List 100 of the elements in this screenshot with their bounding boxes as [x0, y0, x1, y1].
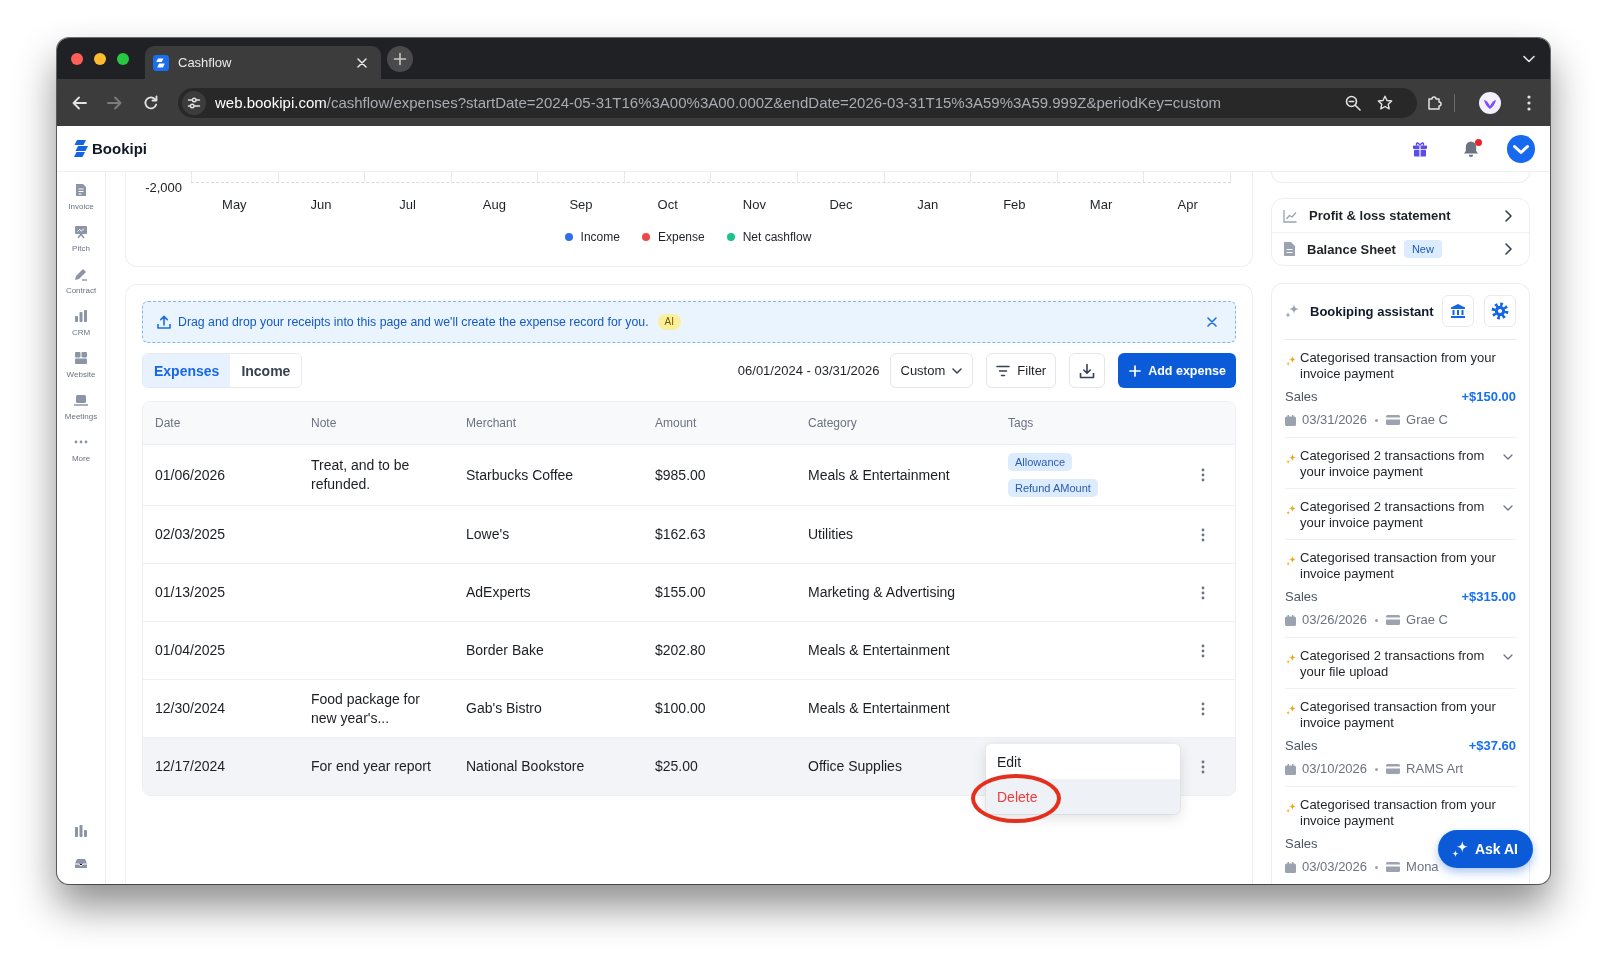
amount-cell: $162.63 [655, 525, 706, 544]
x-axis-label: Apr [1177, 197, 1198, 212]
sidebar-item[interactable]: Contract [57, 256, 105, 298]
plus-icon [1129, 364, 1142, 377]
date-cell: 12/30/2024 [155, 699, 226, 718]
plus-icon[interactable] [387, 45, 413, 72]
x-axis-label: May [222, 197, 247, 212]
bullet-icon [1375, 865, 1379, 869]
column-header: Note [311, 416, 337, 430]
sparkle-icon [1286, 654, 1296, 664]
profile-avatar-icon[interactable] [1479, 91, 1501, 114]
report-link[interactable]: Balance Sheet [1307, 241, 1396, 257]
category-label: Sales [1285, 835, 1318, 853]
address-bar[interactable]: web.bookipi.com/cashflow/expenses?startDate=2024-05-31T16%3A00%3A00.000Z&endDate=2026-03-31T15%3A59%3A59.999Z&periodKey=custom [178, 87, 1417, 118]
x-axis-label: Oct [657, 197, 678, 212]
calendar-icon [1285, 861, 1296, 873]
window-minimize-icon[interactable] [94, 52, 106, 65]
puzzle-icon[interactable] [1427, 94, 1443, 111]
bank-button[interactable] [1442, 295, 1474, 327]
line-chart-icon [1283, 208, 1297, 223]
sidebar-item[interactable]: CRM [57, 298, 105, 340]
gift-icon[interactable] [1412, 140, 1428, 157]
more-icon[interactable] [1201, 643, 1205, 658]
category-label: Sales [1285, 388, 1318, 406]
more-icon[interactable] [1201, 468, 1205, 482]
pen-icon [74, 267, 88, 281]
download-button[interactable] [1069, 353, 1106, 388]
date-label: 03/03/2026 [1302, 858, 1368, 876]
sidebar-item[interactable]: Website [57, 340, 105, 382]
calendar-icon [1285, 763, 1296, 775]
bell-icon[interactable] [1462, 139, 1480, 158]
category-label: Sales [1285, 588, 1318, 606]
upload-icon [157, 315, 171, 329]
ask-ai-button[interactable]: Ask AI [1437, 830, 1533, 868]
favicon-icon [153, 54, 169, 71]
merchant-cell: Starbucks Coffee [466, 465, 574, 485]
tab[interactable]: Expenses [143, 354, 231, 387]
x-axis-label: Mar [1089, 197, 1113, 212]
sidebar-item[interactable]: Pitch [57, 214, 105, 256]
more-icon[interactable] [1201, 701, 1205, 716]
sidebar-item[interactable]: More [57, 424, 105, 466]
more-icon[interactable] [1201, 527, 1205, 542]
amount-cell: $985.00 [655, 465, 706, 485]
document-icon [1283, 242, 1295, 256]
magnifier-icon[interactable] [1345, 94, 1361, 111]
tray-icon[interactable] [74, 856, 88, 870]
forward-arrow-icon[interactable] [107, 94, 123, 111]
period-dropdown[interactable]: Custom [889, 353, 974, 388]
sparkle-icon [1451, 841, 1468, 857]
window-close-icon[interactable] [71, 52, 83, 65]
account-label: Mona [1406, 858, 1439, 876]
chevron-right-icon[interactable] [1505, 243, 1512, 255]
x-axis-label: Sep [569, 197, 593, 212]
amount-cell: $155.00 [655, 583, 706, 602]
window-zoom-icon[interactable] [117, 52, 129, 65]
date-label: 03/31/2026 [1302, 411, 1368, 429]
more-icon[interactable] [1201, 759, 1205, 774]
category-cell: Meals & Entertainment [808, 465, 950, 485]
chevron-right-icon[interactable] [1505, 209, 1512, 222]
reload-icon[interactable] [143, 94, 159, 111]
more-icon[interactable] [1201, 585, 1205, 600]
amount-cell: $100.00 [655, 699, 706, 718]
date-cell: 01/06/2026 [155, 465, 226, 485]
date-cell: 12/17/2024 [155, 757, 226, 776]
activity-title: Categorised 2 transactions from your invoice payment [1300, 499, 1486, 531]
note-cell-text: Treat, and to be refunded. [311, 456, 411, 494]
close-icon[interactable] [1207, 317, 1217, 327]
date-label: 03/10/2026 [1302, 760, 1368, 778]
sidebar-item[interactable]: Meetings [57, 382, 105, 424]
filter-button[interactable]: Filter [986, 353, 1057, 388]
date-label: 03/26/2026 [1302, 611, 1368, 629]
activity-title: Categorised transaction from your invoice payment [1300, 550, 1497, 582]
activity-title: Categorised transaction from your invoice payment [1300, 699, 1497, 731]
bar-chart-icon[interactable] [74, 824, 88, 838]
category-cell: Utilities [808, 525, 854, 544]
column-header: Tags [1008, 416, 1034, 430]
merchant-cell: Lowe's [466, 525, 510, 544]
sparkle-icon [1286, 803, 1296, 813]
sidebar-item[interactable]: Invoice [57, 172, 105, 214]
avatar-icon[interactable] [1507, 134, 1535, 163]
card-icon [1386, 415, 1401, 425]
menu-item[interactable]: Edit [986, 744, 1180, 779]
browser-tab[interactable]: Cashflow [145, 46, 381, 79]
legend-label: Net cashflow [742, 229, 812, 245]
activity-title: Categorised transaction from your invoice payment [1300, 797, 1497, 829]
report-link[interactable]: Profit & loss statement [1309, 208, 1451, 223]
x-axis-label: Dec [829, 197, 853, 212]
amount-cell: $202.80 [655, 641, 706, 660]
bar-chart-icon [74, 309, 88, 323]
card-icon [1386, 764, 1401, 774]
star-icon[interactable] [1377, 94, 1393, 111]
settings-button[interactable] [1484, 295, 1516, 327]
site-settings-icon[interactable] [182, 90, 206, 115]
add-expense-button[interactable]: Add expense [1118, 353, 1236, 388]
back-arrow-icon[interactable] [71, 94, 87, 111]
document-icon [74, 183, 88, 197]
category-cell: Meals & Entertainment [808, 699, 950, 718]
legend-label: Income [580, 229, 620, 245]
more-icon[interactable] [1527, 94, 1531, 111]
amount-label: +$150.00 [1461, 388, 1516, 406]
